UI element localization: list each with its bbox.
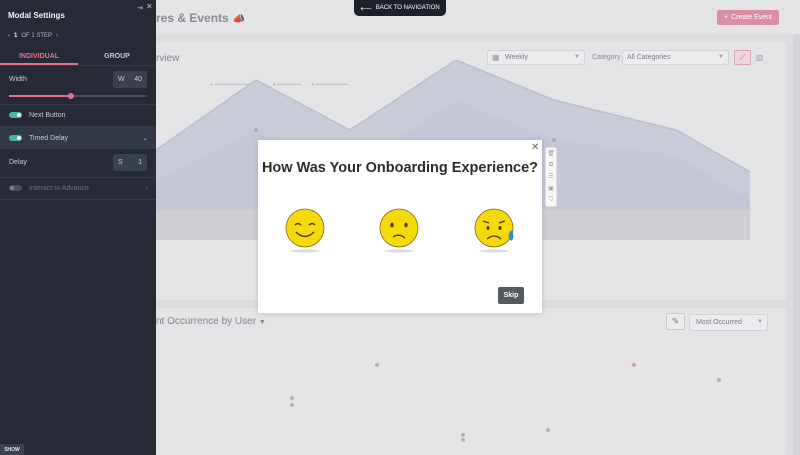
delay-input[interactable]: S 1 — [113, 154, 147, 171]
scatter-point — [290, 403, 294, 407]
width-value: 40 — [134, 76, 142, 83]
sort-select[interactable]: Most Occurred ▼ — [689, 314, 768, 331]
width-input[interactable]: W 40 — [113, 71, 147, 88]
timed-delay-toggle[interactable] — [9, 135, 22, 141]
arrow-left-icon: ⟵ — [360, 3, 372, 13]
chevron-left-icon[interactable]: ‹ — [8, 33, 10, 39]
sad-face-icon[interactable] — [473, 208, 519, 254]
copy-icon[interactable]: ⧉ — [549, 162, 553, 168]
current-step: 1 — [14, 33, 18, 39]
step-total: OF 1 STEP — [21, 33, 53, 39]
chevron-right-icon[interactable]: › — [56, 33, 58, 39]
interact-to-advance-label: Interact to Advance — [29, 184, 89, 192]
occurrence-card-title[interactable]: nt Occurrence by User ▼ — [156, 316, 266, 327]
image-icon[interactable]: ▣ — [548, 186, 554, 192]
timed-delay-row[interactable]: Timed Delay ⌄ — [0, 127, 156, 149]
pencil-icon: ✎ — [671, 316, 680, 326]
width-unit: W — [118, 76, 125, 83]
divider — [0, 199, 156, 200]
chevron-down-icon: ▼ — [757, 319, 763, 325]
next-button-toggle[interactable] — [9, 112, 22, 118]
modal-toolbar: 🗑 ⧉ ☰ ▣ ⛉ — [545, 147, 557, 207]
megaphone-icon: 📣 — [232, 14, 246, 25]
delay-label: Delay — [9, 159, 27, 166]
scatter-point — [631, 362, 637, 368]
modal-settings-panel: Modal Settings ⇥ ✕ ‹ 1 OF 1 STEP › INDIV… — [0, 0, 156, 455]
align-icon[interactable]: ☰ — [548, 174, 553, 180]
chevron-down-icon: ▼ — [258, 319, 266, 326]
app-header — [156, 0, 800, 34]
next-button-label: Next Button — [29, 111, 66, 119]
scatter-point — [461, 433, 465, 437]
width-slider[interactable] — [9, 93, 147, 99]
width-slider-fill — [9, 95, 72, 97]
scatter-point — [717, 378, 721, 382]
occurrence-scatter-plot — [290, 362, 721, 442]
interact-to-advance-toggle[interactable] — [9, 185, 22, 191]
close-icon[interactable]: ✕ — [531, 142, 539, 153]
modal-title: How Was Your Onboarding Experience? — [261, 160, 539, 176]
onboarding-feedback-modal: ✕ How Was Your Onboarding Experience? Sk… — [258, 140, 542, 313]
collapse-panel-icon[interactable]: ⇥ — [137, 4, 143, 12]
delay-value: 1 — [138, 159, 142, 166]
divider — [0, 65, 156, 66]
settings-tabs: INDIVIDUAL GROUP — [0, 49, 156, 65]
trash-icon[interactable]: 🗑 — [547, 151, 555, 157]
chart-point — [254, 128, 258, 132]
next-button-row: Next Button — [0, 104, 156, 126]
scatter-point — [375, 363, 379, 367]
interact-to-advance-row: Interact to Advance › — [0, 177, 156, 199]
scatter-point — [290, 396, 294, 400]
bookmark-icon[interactable]: ⛉ — [549, 197, 554, 203]
bar-chart-icon: ▥ — [755, 53, 764, 62]
plus-icon: + — [724, 14, 729, 21]
chevron-down-icon[interactable]: ⌄ — [142, 134, 148, 142]
page-scrollbar[interactable] — [793, 34, 800, 455]
delay-unit: S — [118, 159, 123, 166]
scatter-point — [546, 428, 550, 432]
width-slider-thumb[interactable] — [68, 93, 75, 99]
skip-button[interactable]: Skip — [498, 287, 524, 304]
chart-point — [552, 138, 556, 142]
chevron-right-icon[interactable]: › — [146, 185, 148, 192]
edit-button[interactable]: ✎ — [666, 313, 685, 330]
close-icon[interactable]: ✕ — [146, 2, 153, 11]
panel-title: Modal Settings — [8, 11, 65, 20]
step-navigator: ‹ 1 OF 1 STEP › — [8, 33, 58, 39]
scatter-point — [461, 438, 465, 442]
tab-individual[interactable]: INDIVIDUAL — [0, 49, 78, 65]
back-to-navigation-button[interactable]: ⟵ BACK TO NAVIGATION — [354, 0, 446, 16]
tab-group[interactable]: GROUP — [78, 49, 156, 65]
page-title: res & Events 📣 — [156, 11, 246, 25]
width-label: Width — [9, 76, 27, 83]
show-button[interactable]: SHOW — [0, 444, 24, 455]
create-event-button[interactable]: + Create Event — [717, 10, 779, 25]
timed-delay-label: Timed Delay — [29, 134, 69, 142]
neutral-face-icon[interactable] — [378, 208, 420, 254]
happy-face-icon[interactable] — [284, 208, 326, 254]
